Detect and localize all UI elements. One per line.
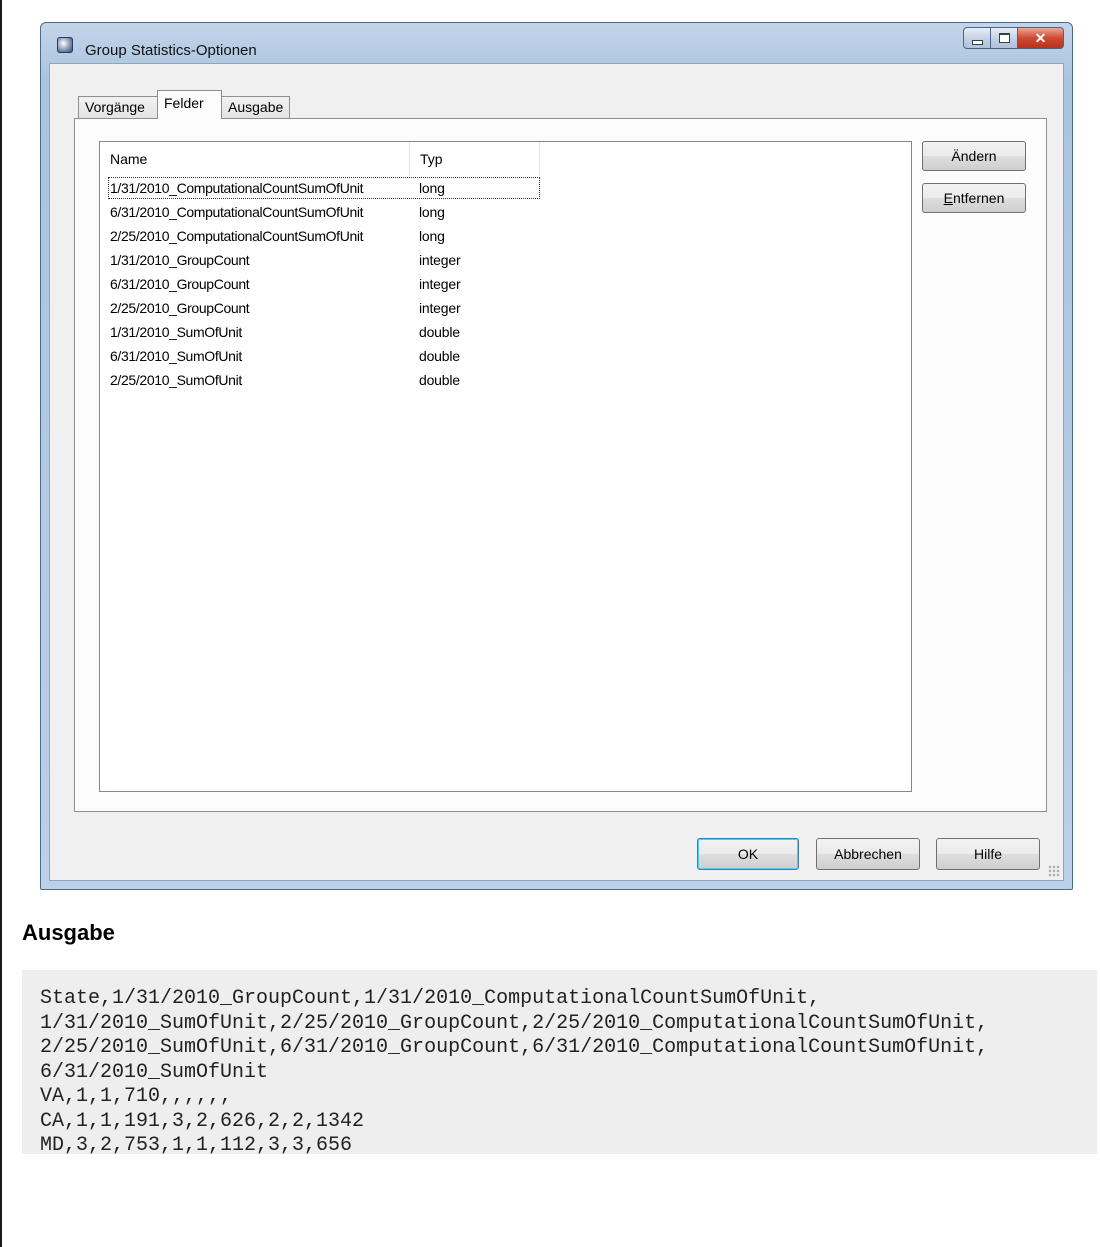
output-heading: Ausgabe	[22, 920, 115, 945]
window-title: Group Statistics-Optionen	[85, 42, 257, 59]
field-name: 1/31/2010_GroupCount	[110, 252, 250, 268]
list-row[interactable]: 2/25/2010_SumOfUnit double	[107, 368, 541, 392]
field-name: 6/31/2010_SumOfUnit	[110, 348, 242, 364]
code-line: 2/25/2010_SumOfUnit,6/31/2010_GroupCount…	[40, 1036, 989, 1059]
field-type: integer	[419, 252, 461, 268]
tab-felder[interactable]: Felder	[157, 90, 222, 119]
maximize-icon	[998, 33, 1010, 43]
fields-list[interactable]: Name Typ 1/31/2010_ComputationalCountSum…	[99, 141, 912, 792]
field-name: 6/31/2010_GroupCount	[110, 276, 250, 292]
remove-button[interactable]: Entfernen	[922, 183, 1026, 213]
title-bar[interactable]: Group Statistics-Optionen ✕	[41, 23, 1072, 63]
help-button[interactable]: Hilfe	[936, 838, 1040, 870]
resize-grip-icon[interactable]	[1048, 865, 1060, 877]
minimize-button[interactable]	[963, 27, 991, 49]
ok-button[interactable]: OK	[697, 838, 799, 870]
tab-ausgabe[interactable]: Ausgabe	[221, 96, 290, 118]
close-button[interactable]: ✕	[1018, 27, 1064, 49]
output-code-block: State,1/31/2010_GroupCount,1/31/2010_Com…	[22, 970, 1097, 1157]
field-name: 1/31/2010_ComputationalCountSumOfUnit	[110, 180, 364, 196]
close-icon: ✕	[1034, 29, 1047, 46]
cancel-button[interactable]: Abbrechen	[816, 838, 920, 870]
code-line: State,1/31/2010_GroupCount,1/31/2010_Com…	[40, 987, 821, 1010]
list-header: Name Typ	[100, 142, 911, 176]
field-name: 6/31/2010_ComputationalCountSumOfUnit	[110, 204, 364, 220]
dialog-window: Group Statistics-Optionen ✕ Vorgänge Fel…	[40, 22, 1073, 890]
code-line: 1/31/2010_SumOfUnit,2/25/2010_GroupCount…	[40, 1011, 989, 1035]
app-icon[interactable]	[57, 37, 73, 53]
code-line: MD,3,2,753,1,1,112,3,3,656	[40, 1134, 353, 1157]
list-row[interactable]: 6/31/2010_SumOfUnit double	[107, 344, 541, 368]
list-row[interactable]: 6/31/2010_ComputationalCountSumOfUnit lon…	[107, 200, 541, 224]
field-name: 2/25/2010_GroupCount	[110, 300, 250, 316]
field-type: long	[419, 204, 445, 220]
list-row[interactable]: 1/31/2010_GroupCount integer	[107, 248, 541, 272]
minimize-icon	[971, 39, 983, 45]
remove-mnemonic: E	[943, 190, 953, 206]
code-line: VA,1,1,710,,,,,,	[40, 1085, 233, 1108]
field-type: integer	[419, 300, 461, 316]
field-type: double	[419, 348, 460, 364]
field-type: double	[419, 324, 460, 340]
list-row[interactable]: 1/31/2010_SumOfUnit double	[107, 320, 541, 344]
field-type: long	[419, 228, 445, 244]
code-line: 6/31/2010_SumOfUnit	[40, 1060, 269, 1084]
column-header-name[interactable]: Name	[100, 142, 410, 176]
change-button[interactable]: Ändern	[922, 141, 1026, 171]
field-name: 1/31/2010_SumOfUnit	[110, 324, 242, 340]
field-type: integer	[419, 276, 461, 292]
remove-label: ntfernen	[952, 190, 1005, 206]
field-name: 2/25/2010_SumOfUnit	[110, 372, 242, 388]
left-border-line	[0, 0, 2, 1247]
tab-panel-felder: Name Typ 1/31/2010_ComputationalCountSum…	[74, 118, 1047, 812]
caption-buttons: ✕	[963, 27, 1064, 51]
field-type: double	[419, 372, 460, 388]
list-row[interactable]: 2/25/2010_ComputationalCountSumOfUnit lon…	[107, 224, 541, 248]
list-row[interactable]: 1/31/2010_ComputationalCountSumOfUnit lon…	[107, 176, 541, 200]
list-row[interactable]: 6/31/2010_GroupCount integer	[107, 272, 541, 296]
code-line: CA,1,1,191,3,2,626,2,2,1342	[40, 1109, 365, 1133]
list-rows: 1/31/2010_ComputationalCountSumOfUnitlon…	[107, 176, 541, 392]
tab-vorgaenge[interactable]: Vorgänge	[78, 96, 158, 118]
field-type: long	[419, 180, 445, 196]
field-name: 2/25/2010_ComputationalCountSumOfUnit	[110, 228, 364, 244]
maximize-button[interactable]	[991, 27, 1018, 49]
dialog-client-area: Vorgänge Felder Ausgabe Name Typ 1/31/20…	[49, 63, 1064, 881]
column-header-type[interactable]: Typ	[410, 142, 540, 176]
list-row[interactable]: 2/25/2010_GroupCount integer	[107, 296, 541, 320]
